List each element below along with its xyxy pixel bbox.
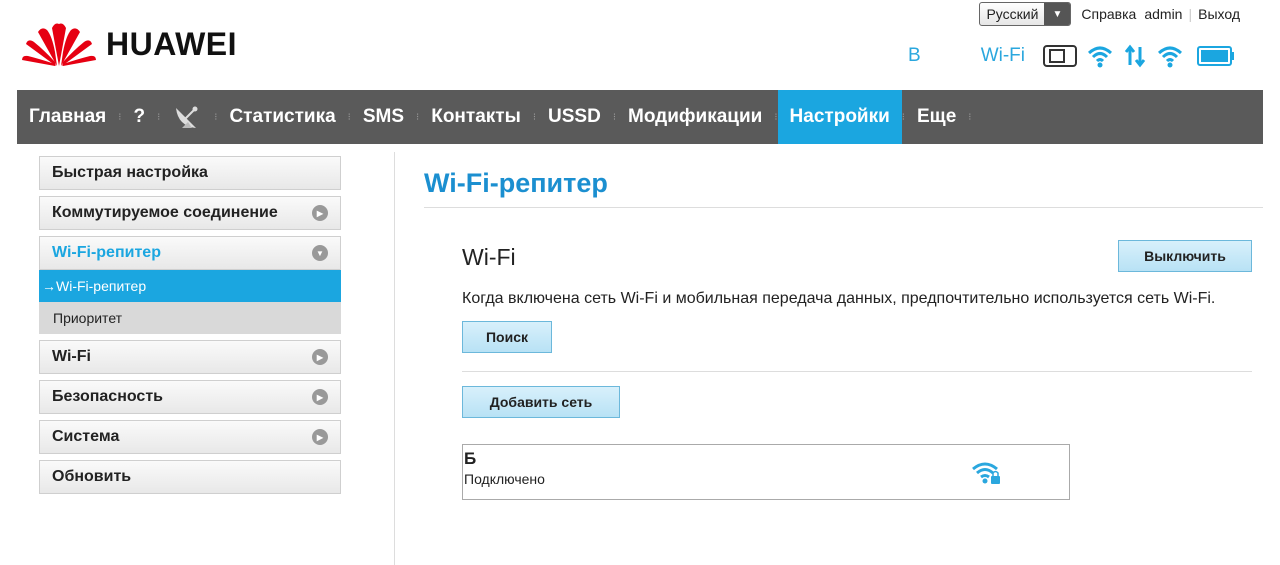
nav-contacts[interactable]: Контакты [419, 90, 533, 144]
sidebar-item-wifi[interactable]: Wi-Fi ▶ [39, 340, 341, 374]
huawei-logo[interactable]: HUAWEI [22, 22, 237, 66]
nav-statistics[interactable]: Статистика [217, 90, 347, 144]
sidebar-subitem-wifi-repeater[interactable]: →Wi-Fi-репитер [39, 270, 341, 302]
sidebar-item-label: Обновить [52, 468, 132, 485]
language-value: Русский [986, 6, 1039, 22]
language-select[interactable]: Русский ▼ [979, 2, 1072, 26]
chevron-right-icon: ▶ [312, 349, 328, 365]
user-name: admin [1144, 6, 1183, 22]
page-title: Wi-Fi-репитер [424, 152, 1263, 208]
turn-off-button[interactable]: Выключить [1118, 240, 1252, 272]
add-network-button[interactable]: Добавить сеть [462, 386, 620, 418]
wifi-repeater-icon [1157, 44, 1183, 68]
section-divider [462, 371, 1252, 372]
search-button[interactable]: Поиск [462, 321, 552, 353]
chevron-right-icon: ▶ [312, 389, 328, 405]
header: HUAWEI Русский ▼ Справка admin | Выход B… [0, 0, 1280, 90]
sidebar-item-wifi-repeater[interactable]: Wi-Fi-репитер ▼ [39, 236, 341, 270]
sidebar-item-update[interactable]: Обновить [39, 460, 341, 494]
data-transfer-icon [1123, 44, 1147, 68]
column-divider [394, 152, 395, 565]
dropdown-arrow-icon[interactable]: ▼ [1044, 3, 1071, 25]
wifi-section: Wi-Fi Выключить Когда включена сеть Wi-F… [462, 240, 1252, 500]
help-link[interactable]: Справка [1081, 6, 1136, 22]
nav-settings[interactable]: Настройки [777, 90, 902, 144]
nav-separator: ⁝ [968, 111, 972, 123]
battery-icon [1197, 45, 1235, 67]
chevron-down-icon: ▼ [312, 245, 328, 261]
sidebar-item-label: Безопасность [52, 388, 163, 405]
sidebar: Быстрая настройка Коммутируемое соединен… [39, 156, 341, 500]
wifi-description: Когда включена сеть Wi-Fi и мобильная пе… [462, 290, 1216, 307]
sim-icon [1043, 44, 1077, 68]
main-nav: Главная ⁝ ? ⁝ ⁝ Статистика ⁝ SMS ⁝ Конта… [17, 90, 1263, 144]
sidebar-item-dialup[interactable]: Коммутируемое соединение ▶ [39, 196, 341, 230]
sidebar-item-security[interactable]: Безопасность ▶ [39, 380, 341, 414]
nav-home[interactable]: Главная [17, 90, 118, 144]
nav-modifications[interactable]: Модификации [616, 90, 774, 144]
sidebar-item-label: Wi-Fi [52, 348, 91, 365]
sidebar-item-label: Быстрая настройка [52, 164, 208, 181]
sidebar-item-label: Система [52, 428, 120, 445]
wifi-icon [1087, 44, 1113, 68]
sidebar-subitem-priority[interactable]: Приоритет [39, 302, 341, 334]
chevron-right-icon: ▶ [312, 205, 328, 221]
network-name: B Wi-Fi [908, 45, 1025, 66]
status-bar: B Wi-Fi [908, 44, 1235, 68]
top-links: Русский ▼ Справка admin | Выход [979, 2, 1240, 26]
sidebar-item-label: Коммутируемое соединение [52, 204, 278, 221]
main-content: Wi-Fi-репитер Wi-Fi Выключить Когда вклю… [424, 152, 1263, 500]
logout-link[interactable]: Выход [1198, 6, 1240, 22]
locked-wifi-signal-icon [971, 459, 1001, 490]
satellite-dish-icon [176, 106, 198, 128]
huawei-flower-icon [22, 23, 96, 66]
nav-more[interactable]: Еще [905, 90, 968, 144]
sidebar-item-system[interactable]: Система ▶ [39, 420, 341, 454]
chevron-right-icon: ▶ [312, 429, 328, 445]
network-item[interactable]: Б Подключено [462, 444, 1070, 500]
nav-satellite[interactable] [160, 90, 214, 144]
nav-sms[interactable]: SMS [351, 90, 416, 144]
nav-help[interactable]: ? [121, 90, 157, 144]
nav-ussd[interactable]: USSD [536, 90, 613, 144]
sidebar-item-label: Wi-Fi-репитер [52, 244, 161, 261]
sidebar-item-quick-setup[interactable]: Быстрая настройка [39, 156, 341, 190]
brand-name: HUAWEI [106, 25, 237, 62]
separator: | [1188, 6, 1193, 22]
